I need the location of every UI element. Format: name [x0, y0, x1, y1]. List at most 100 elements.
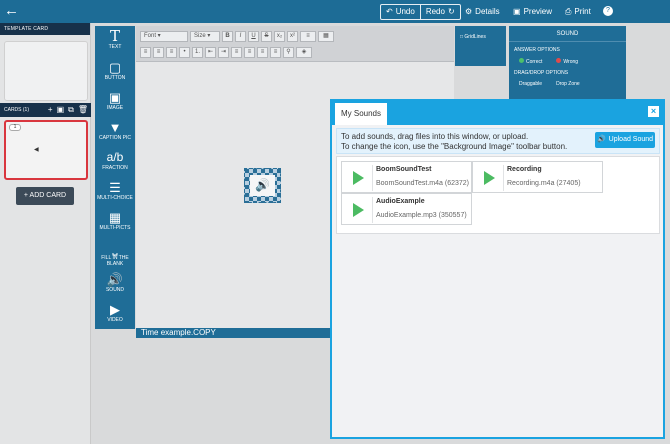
tool-caption-pic[interactable]: ▼ CAPTION PIC — [95, 120, 135, 141]
fraction-icon: a/b — [106, 150, 124, 164]
indent-icon[interactable]: ⇥ — [218, 47, 229, 58]
speaker-icon: 🔊 — [106, 272, 124, 287]
upload-sound-button[interactable]: 🔊 Upload Sound — [595, 132, 655, 148]
tag-icon: ▼ — [108, 120, 122, 135]
video-icon: ▶ — [110, 302, 120, 317]
sound-item[interactable]: AudioExample AudioExample.mp3 (350557) — [341, 193, 472, 225]
image-icon: ▣ — [108, 90, 122, 105]
align-left-icon[interactable]: ≡ — [231, 47, 242, 58]
card-caption[interactable]: Time example.COPY — [136, 328, 330, 338]
format-toolbar: Font ▾ Size ▾ B I U S x₂ x² ≡ ▦ ≡ ≡ ≡ • … — [136, 26, 454, 62]
direction-button[interactable]: ≡ — [300, 31, 316, 42]
tool-sound[interactable]: 🔊 SOUND — [95, 272, 135, 293]
card-canvas[interactable] — [141, 68, 329, 324]
template-card[interactable] — [4, 41, 88, 101]
card-thumbnail-selected[interactable]: 1 ◀ — [4, 120, 88, 180]
speaker-mini-icon: ◀ — [34, 147, 39, 153]
sound-file-info: Recording.m4a (27405) — [507, 180, 581, 187]
blank-icon: ⎵ — [112, 240, 118, 255]
instructions-banner: To add sounds, drag files into this wind… — [336, 128, 660, 154]
trash-icon[interactable]: 🗑 — [78, 103, 88, 117]
preview-button[interactable]: ▣ Preview — [513, 4, 552, 19]
list-icon: ☰ — [109, 180, 121, 195]
my-sounds-dialog: My Sounds × To add sounds, drag files in… — [330, 99, 665, 439]
undo-icon: ↶ — [386, 7, 393, 16]
top-toolbar: ← ↶ Undo Redo ↻ ⚙ Details ▣ Preview ⎙ Print ? — [0, 0, 670, 23]
sound-item[interactable]: Recording Recording.m4a (27405) — [472, 161, 603, 193]
text-icon: T — [109, 27, 120, 45]
list-numbers-icon[interactable]: 1. — [192, 47, 203, 58]
sound-file-info: AudioExample.mp3 (350557) — [376, 212, 467, 219]
add-icon[interactable]: + — [48, 103, 53, 117]
align-icon-1[interactable]: ≡ — [140, 47, 151, 58]
italic-button[interactable]: I — [235, 31, 246, 42]
redo-icon: ↻ — [447, 7, 455, 16]
card-number: 1 — [9, 124, 21, 131]
subscript-button[interactable]: x₂ — [274, 31, 285, 42]
search-icon[interactable]: ⚲ — [283, 47, 294, 58]
tab-my-sounds[interactable]: My Sounds — [335, 103, 387, 125]
sound-file-info: BoomSoundTest.m4a (62372) — [376, 180, 469, 187]
print-button[interactable]: ⎙ Print — [565, 4, 591, 19]
add-card-button[interactable]: + ADD CARD — [16, 187, 74, 205]
tool-video[interactable]: ▶ VIDEO — [95, 302, 135, 323]
justify-icon[interactable]: ≡ — [270, 47, 281, 58]
redo-button[interactable]: Redo ↻ — [419, 5, 460, 19]
play-icon[interactable] — [353, 171, 364, 185]
printer-icon: ⎙ — [565, 7, 572, 16]
size-select[interactable]: Size ▾ — [190, 31, 220, 42]
paint-icon[interactable]: ◈ — [296, 47, 312, 58]
list-bullets-icon[interactable]: • — [179, 47, 190, 58]
tool-image[interactable]: ▣ IMAGE — [95, 90, 135, 111]
gear-icon: ⚙ — [465, 7, 473, 16]
checkbox-icon: □ — [460, 34, 464, 40]
draggable-option[interactable]: Draggable — [519, 81, 542, 87]
help-button[interactable]: ? — [603, 6, 613, 16]
table-button[interactable]: ▦ — [318, 31, 334, 42]
close-icon[interactable]: × — [648, 106, 659, 117]
align-right-icon[interactable]: ≡ — [257, 47, 268, 58]
strike-button[interactable]: S — [261, 31, 272, 42]
button-icon: ▢ — [108, 60, 122, 75]
divider — [372, 165, 373, 191]
bold-button[interactable]: B — [222, 31, 233, 42]
font-select[interactable]: Font ▾ — [140, 31, 188, 42]
play-icon[interactable] — [353, 203, 364, 217]
correct-dot-icon — [519, 58, 524, 63]
drag-drop-label: DRAG/DROP OPTIONS — [514, 70, 569, 76]
tool-text[interactable]: T TEXT — [95, 27, 135, 51]
sounds-list: BoomSoundTest BoomSoundTest.m4a (62372) … — [336, 156, 660, 234]
sound-object[interactable]: 🔊 — [244, 168, 281, 203]
grid-icon: ▦ — [108, 210, 122, 225]
tool-fraction[interactable]: a/b FRACTION — [95, 150, 135, 171]
speaker-icon: 🔊 — [596, 136, 606, 143]
sound-item[interactable]: BoomSoundTest BoomSoundTest.m4a (62372) — [341, 161, 472, 193]
tool-fill-in-blank[interactable]: ⎵ FILL IN THE BLANK — [95, 240, 135, 267]
copy-icon[interactable]: ⧉ — [68, 103, 74, 117]
details-button[interactable]: ⚙ Details — [465, 4, 500, 19]
outdent-icon[interactable]: ⇤ — [205, 47, 216, 58]
cards-tools: + ▣ ⧉ 🗑 — [48, 103, 88, 117]
align-icon-3[interactable]: ≡ — [166, 47, 177, 58]
wrong-option[interactable]: Wrong — [556, 58, 578, 65]
gridlines-toggle[interactable]: □ GridLines — [455, 26, 506, 66]
wrong-dot-icon — [556, 58, 562, 63]
play-icon[interactable] — [484, 171, 495, 185]
underline-button[interactable]: U — [248, 31, 259, 42]
align-center-icon[interactable]: ≡ — [244, 47, 255, 58]
tool-button[interactable]: ▢ BUTTON — [95, 60, 135, 81]
align-icon-2[interactable]: ≡ — [153, 47, 164, 58]
drop-zone-option[interactable]: Drop Zone — [556, 81, 580, 87]
save-icon[interactable]: ▣ — [57, 103, 65, 117]
tools-rail: T TEXT ▢ BUTTON ▣ IMAGE ▼ CAPTION PIC a/b FRA… — [95, 26, 135, 329]
sound-panel-title: SOUND — [509, 26, 626, 42]
correct-option[interactable]: Correct — [519, 58, 542, 65]
undo-button[interactable]: ↶ Undo — [381, 5, 420, 19]
cards-panel: TEMPLATE CARD CARDS (1) + ▣ ⧉ 🗑 1 ◀ + AD… — [0, 23, 91, 444]
speaker-icon: 🔊 — [250, 175, 275, 196]
tool-multi-choice[interactable]: ☰ MULTI-CHOICE — [95, 180, 135, 201]
monitor-icon: ▣ — [513, 7, 521, 16]
back-arrow-icon[interactable]: ← — [4, 2, 20, 20]
superscript-button[interactable]: x² — [287, 31, 298, 42]
tool-multi-picts[interactable]: ▦ MULTI-PICTS — [95, 210, 135, 231]
